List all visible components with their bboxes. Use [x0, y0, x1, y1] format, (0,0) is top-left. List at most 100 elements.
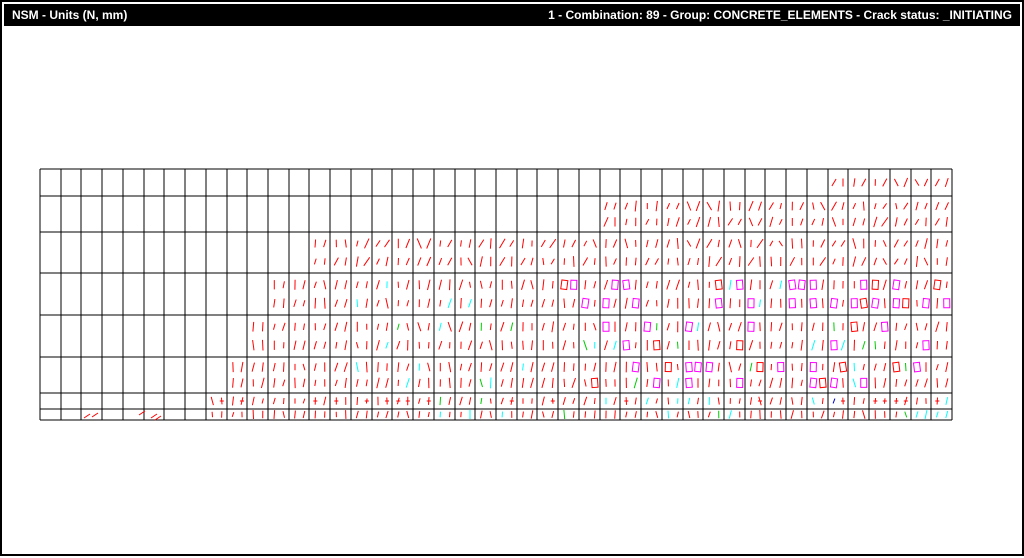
crack-mark: [398, 324, 400, 330]
crack-open-box: [851, 322, 858, 332]
crack-mark: [863, 398, 864, 404]
crack-mark: [564, 379, 565, 387]
crack-mark: [469, 299, 472, 307]
crack-mark: [770, 280, 773, 289]
crack-mark: [543, 258, 544, 265]
crack-mark: [863, 410, 866, 418]
crack-open-box: [715, 280, 722, 290]
crack-mark: [916, 379, 918, 386]
crack-mark: [833, 399, 835, 404]
crack-mark: [937, 239, 938, 248]
crack-mark: [521, 258, 525, 265]
crack-mark: [324, 298, 325, 309]
crack-open-box: [653, 341, 660, 350]
crack-mark: [874, 323, 877, 332]
crack-mark: [573, 398, 575, 404]
crack-mark: [273, 398, 275, 404]
crack-mark: [730, 202, 731, 211]
crack-mark: [407, 411, 409, 418]
crack-mark: [739, 364, 741, 371]
crack-mark: [490, 411, 491, 418]
crack-mark: [718, 217, 719, 227]
crack-mark: [543, 279, 544, 290]
crack-mark: [563, 340, 566, 350]
crack-mark: [324, 397, 326, 405]
crack-open-box: [582, 298, 589, 308]
crack-mark: [738, 219, 741, 225]
crack-mark: [729, 240, 732, 248]
crack-mark: [211, 397, 213, 405]
crack-mark: [626, 219, 627, 225]
crack-mark: [801, 340, 802, 351]
crack-mark: [294, 341, 296, 350]
crack-mark: [668, 218, 669, 226]
crack-mark: [904, 258, 907, 264]
crack-open-box: [623, 340, 630, 350]
crack-mark: [688, 411, 690, 418]
crack-mark: [771, 257, 772, 267]
crack-mark: [449, 362, 451, 372]
crack-mark: [841, 340, 844, 350]
crack-mark: [481, 299, 482, 308]
crack-mark: [842, 202, 844, 210]
crack-mark: [440, 397, 441, 405]
crack-pattern-canvas[interactable]: [2, 2, 1024, 558]
crack-open-box: [944, 299, 950, 308]
crack-mark: [677, 258, 678, 266]
crack-mark: [500, 239, 506, 248]
crack-mark: [335, 280, 337, 289]
crack-mark: [531, 362, 533, 372]
crack-mark: [274, 324, 276, 330]
crack-mark: [769, 203, 773, 210]
crack-mark: [241, 379, 243, 388]
crack-mark: [283, 411, 285, 418]
crack-mark: [551, 259, 554, 264]
crack-mark: [936, 364, 938, 370]
crack-mark: [334, 258, 338, 266]
crack-open-box: [810, 378, 817, 388]
crack-mark: [759, 380, 761, 387]
crack-mark: [946, 240, 948, 246]
crack-mark: [366, 299, 368, 308]
crack-mark: [479, 240, 484, 248]
crack-mark: [688, 258, 690, 265]
crack-open-box: [819, 378, 826, 387]
crack-mark: [428, 363, 430, 372]
crack-mark: [541, 240, 545, 247]
crack-open-box: [923, 341, 929, 350]
crack-mark: [336, 342, 337, 349]
crack-mark: [853, 238, 856, 249]
crack-mark: [459, 280, 462, 290]
crack-mark: [729, 410, 731, 418]
crack-mark: [883, 179, 887, 187]
crack-mark: [357, 241, 358, 247]
crack-mark: [481, 362, 482, 372]
crack-mark: [854, 397, 855, 405]
crack-mark: [232, 412, 234, 417]
crack-mark: [853, 203, 856, 209]
crack-open-box: [831, 341, 837, 350]
crack-mark: [470, 282, 471, 288]
crack-mark: [935, 218, 939, 225]
crack-mark: [501, 398, 503, 404]
crack-mark: [552, 411, 554, 418]
crack-mark: [461, 298, 462, 308]
crack-mark: [896, 340, 898, 350]
crack-mark: [366, 362, 367, 373]
crack-mark: [635, 280, 636, 290]
crack-mark: [428, 299, 430, 308]
crack-mark: [563, 397, 565, 405]
crack-open-box: [686, 378, 693, 387]
crack-mark: [677, 412, 678, 418]
crack-mark: [366, 281, 367, 288]
crack-mark: [314, 282, 316, 288]
crack-mark: [647, 362, 648, 372]
crack-open-box: [571, 280, 577, 289]
crack-mark: [730, 280, 731, 290]
crack-mark: [884, 363, 886, 371]
crack-mark: [904, 219, 907, 226]
crack-mark: [728, 218, 733, 225]
crack-open-box: [810, 299, 817, 308]
crack-mark: [407, 323, 409, 330]
crack-open-box: [839, 362, 846, 372]
